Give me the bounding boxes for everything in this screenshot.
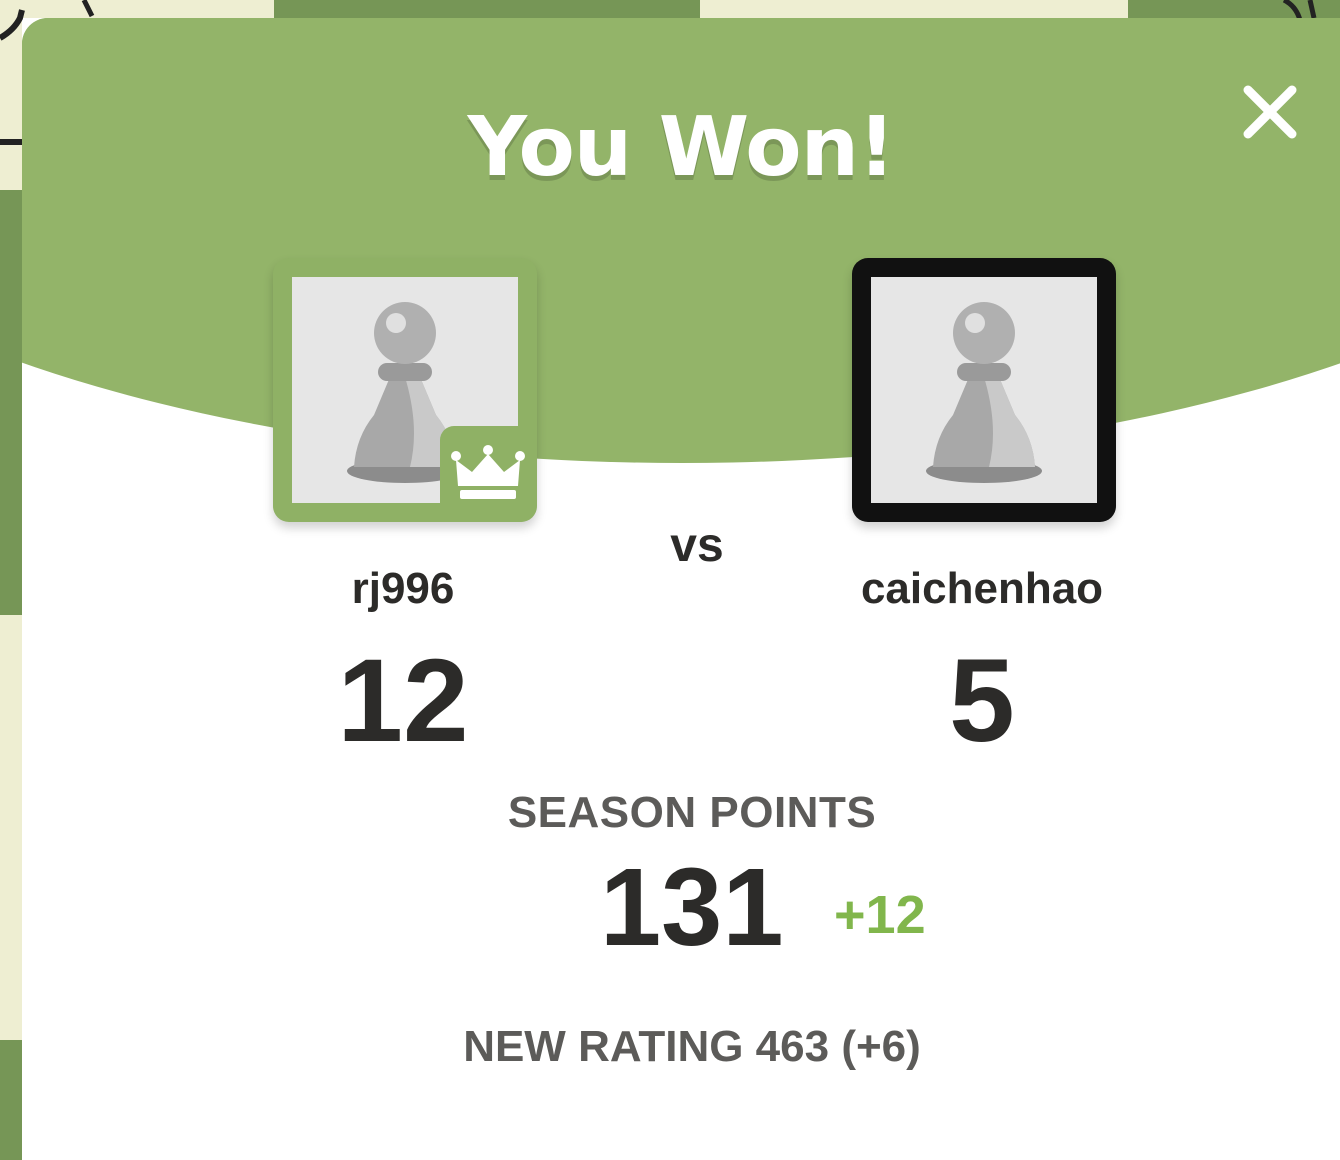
player-username-winner[interactable]: rj996	[233, 564, 573, 614]
player-score-winner: 12	[337, 635, 469, 767]
player-score-opponent: 5	[949, 635, 1015, 767]
board-square	[700, 0, 1128, 18]
avatar-image	[871, 277, 1097, 503]
winner-badge	[440, 426, 536, 522]
board-square	[0, 190, 22, 615]
result-title: You Won!	[467, 100, 896, 195]
close-button[interactable]	[1240, 82, 1300, 142]
pawn-icon	[926, 302, 1042, 483]
vs-label: vs	[670, 519, 724, 572]
season-points-value: 131	[600, 846, 784, 969]
board-square	[274, 0, 700, 18]
close-icon	[1243, 85, 1297, 139]
player-avatar-opponent[interactable]	[852, 258, 1116, 522]
crown-icon	[451, 445, 525, 499]
new-rating-text: NEW RATING 463 (+6)	[463, 1022, 921, 1071]
game-over-modal: You Won! vs rj996 caichenhao 12 5 SEASON…	[22, 18, 1340, 1160]
player-username-opponent[interactable]: caichenhao	[812, 564, 1152, 614]
board-square	[0, 1040, 22, 1160]
board-square	[0, 615, 22, 1040]
season-points-label: SEASON POINTS	[507, 788, 877, 837]
season-points-delta: +12	[834, 885, 926, 945]
banner-curve	[22, 18, 1340, 463]
